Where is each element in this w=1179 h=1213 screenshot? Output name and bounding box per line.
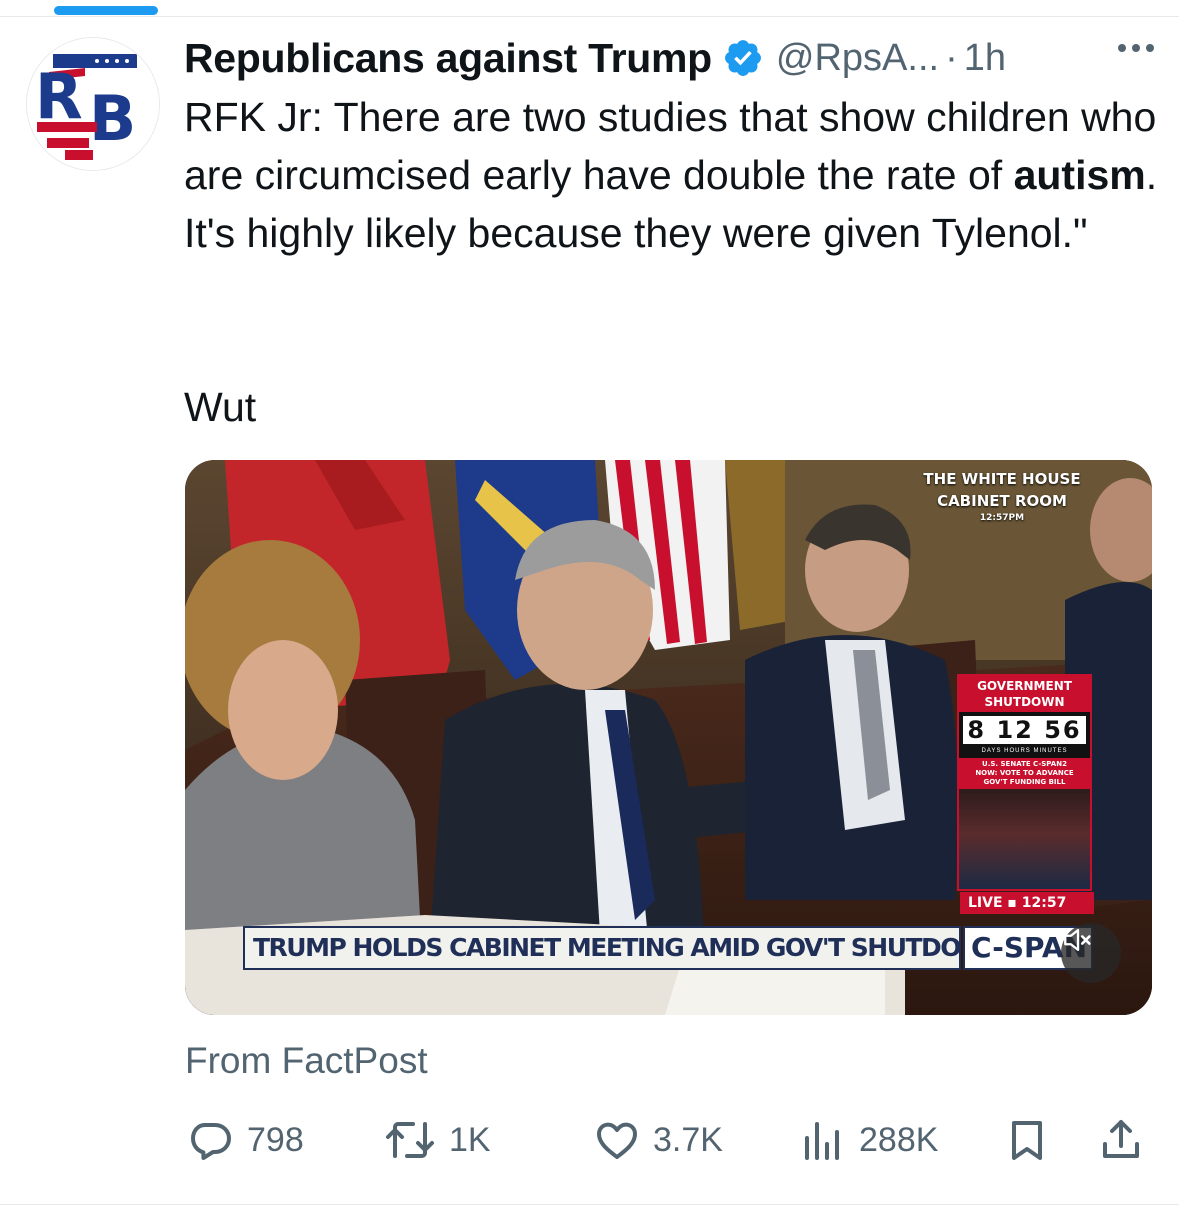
video-player[interactable]: THE WHITE HOUSE CABINET ROOM 12:57PM GOV… bbox=[185, 460, 1152, 1015]
live-badge: LIVE ▪ 12:57 bbox=[960, 892, 1094, 914]
bookmark-button[interactable] bbox=[1003, 1110, 1051, 1170]
news-chyron: TRUMP HOLDS CABINET MEETING AMID GOV'T S… bbox=[243, 926, 961, 970]
senate-label-2: NOW: VOTE TO ADVANCE bbox=[975, 769, 1074, 777]
timestamp[interactable]: 1h bbox=[964, 37, 1006, 80]
more-icon[interactable] bbox=[1118, 44, 1154, 52]
tweet-text-bold[interactable]: autism bbox=[1014, 152, 1146, 198]
avatar-logo-icon: R B bbox=[27, 38, 159, 170]
media-source[interactable]: From FactPost bbox=[185, 1040, 428, 1082]
verified-badge-icon[interactable] bbox=[722, 37, 764, 79]
senate-thumbnail bbox=[959, 789, 1090, 889]
bug-time-suffix: PM bbox=[1008, 513, 1025, 523]
bug-time-value: 12:57 bbox=[979, 513, 1009, 523]
bug-time: 12:57PM bbox=[913, 512, 1091, 524]
views-count: 288K bbox=[859, 1120, 939, 1159]
tweet-text-second-line: Wut bbox=[184, 384, 257, 430]
like-count: 3.7K bbox=[653, 1120, 723, 1159]
repost-icon bbox=[386, 1122, 434, 1158]
share-button[interactable] bbox=[1097, 1110, 1145, 1170]
like-icon bbox=[597, 1122, 637, 1159]
reply-button[interactable]: 798 bbox=[187, 1110, 304, 1170]
repost-count: 1K bbox=[449, 1120, 491, 1159]
like-button[interactable]: 3.7K bbox=[593, 1110, 723, 1170]
tab-indicator bbox=[54, 6, 158, 15]
reply-icon bbox=[191, 1123, 231, 1160]
user-handle[interactable]: @RpsA... bbox=[776, 37, 939, 80]
senate-label: U.S. SENATE C-SPAN2 NOW: VOTE TO ADVANCE… bbox=[959, 758, 1090, 789]
bookmark-icon bbox=[1012, 1121, 1042, 1160]
separator-dot: · bbox=[945, 36, 958, 79]
tweet-header: Republicans against Trump @RpsA... · 1h bbox=[184, 30, 1154, 86]
bug-line-1: THE WHITE HOUSE bbox=[923, 470, 1081, 488]
repost-button[interactable]: 1K bbox=[383, 1110, 491, 1170]
reply-count: 798 bbox=[247, 1120, 304, 1159]
live-time: 12:57 bbox=[1021, 895, 1067, 911]
display-name[interactable]: Republicans against Trump bbox=[184, 35, 712, 82]
tweet-text: RFK Jr: There are two studies that show … bbox=[184, 88, 1159, 262]
senate-label-3: GOV'T FUNDING BILL bbox=[983, 778, 1066, 786]
divider bbox=[0, 1204, 1179, 1205]
views-icon bbox=[805, 1122, 839, 1160]
bug-line-2: CABINET ROOM bbox=[937, 492, 1067, 510]
avatar[interactable]: R B bbox=[26, 37, 160, 171]
views-button[interactable]: 288K bbox=[799, 1110, 938, 1170]
live-label: LIVE bbox=[968, 895, 1003, 911]
mute-button[interactable] bbox=[1061, 923, 1121, 983]
avatar-letter-b: B bbox=[89, 82, 136, 155]
tweet-text-part-1: RFK Jr: There are two studies that show … bbox=[184, 94, 1157, 198]
shutdown-title: GOVERNMENT SHUTDOWN bbox=[959, 676, 1090, 712]
shutdown-title-2: SHUTDOWN bbox=[984, 695, 1065, 709]
action-bar: 798 1K 3.7K 288K bbox=[185, 1110, 1145, 1170]
shutdown-counter: 8 12 56 bbox=[963, 716, 1086, 744]
shutdown-clock: GOVERNMENT SHUTDOWN 8 12 56 DAYS HOURS M… bbox=[957, 674, 1092, 891]
share-icon bbox=[1103, 1120, 1139, 1158]
senate-label-1: U.S. SENATE C-SPAN2 bbox=[982, 760, 1067, 768]
divider bbox=[0, 16, 1179, 17]
shutdown-title-1: GOVERNMENT bbox=[977, 679, 1072, 693]
location-bug: THE WHITE HOUSE CABINET ROOM 12:57PM bbox=[913, 468, 1091, 554]
shutdown-units: DAYS HOURS MINUTES bbox=[981, 748, 1068, 754]
mute-icon bbox=[1064, 928, 1091, 952]
